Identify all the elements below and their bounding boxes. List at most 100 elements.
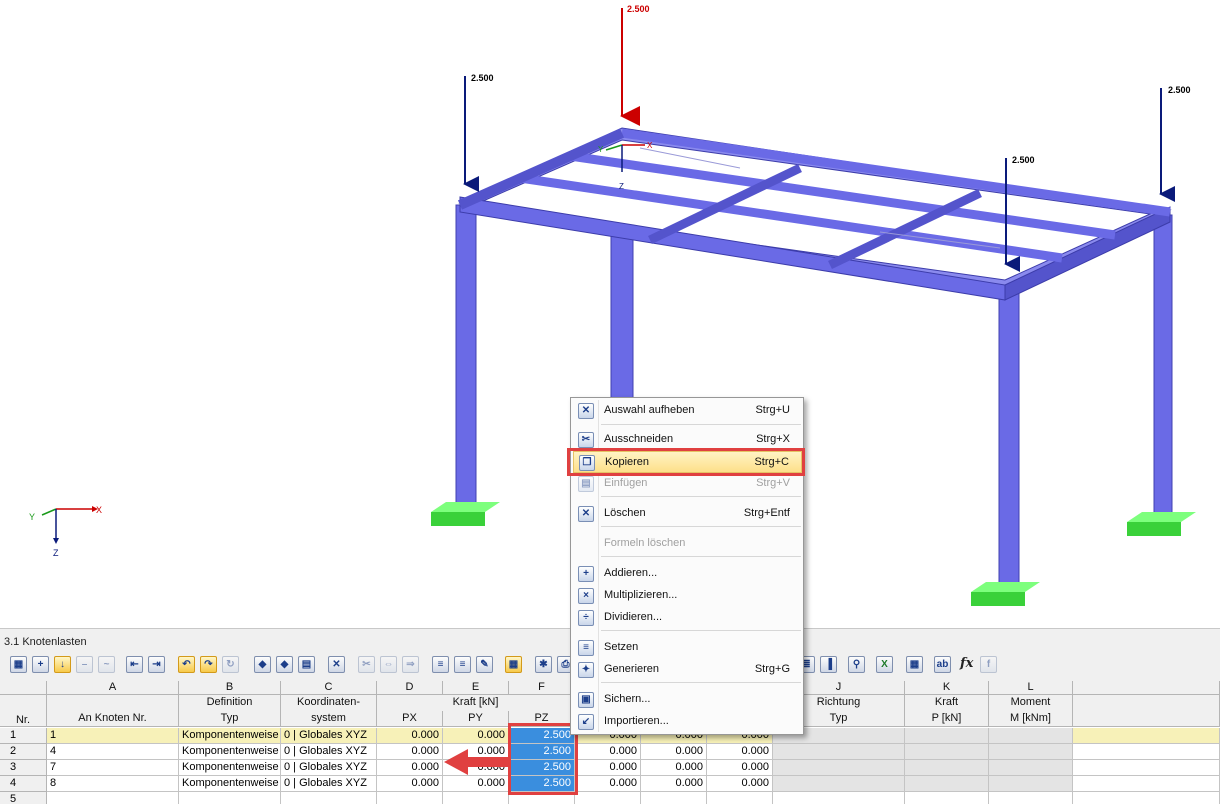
node-cell[interactable]: 8 xyxy=(47,776,179,792)
py-cell[interactable]: 0.000 xyxy=(443,776,509,792)
menu-item-generieren[interactable]: ✦ Generieren Strg+G xyxy=(573,659,802,681)
view-table-icon[interactable]: ≡ xyxy=(432,656,449,673)
mx-cell[interactable]: 0.000 xyxy=(575,760,641,776)
row-header[interactable]: 5 xyxy=(0,792,47,804)
select-all-icon[interactable]: ◆ xyxy=(254,656,271,673)
cut-icon[interactable]: ✂ xyxy=(358,656,375,673)
refresh-icon[interactable]: ↻ xyxy=(222,656,239,673)
empty-cell[interactable] xyxy=(989,744,1073,760)
col-letter-F[interactable]: F xyxy=(509,681,575,695)
coord-system-cell[interactable]: 0 | Globales XYZ xyxy=(281,776,377,792)
definition-cell[interactable]: Komponentenweise xyxy=(179,776,281,792)
pz-cell[interactable]: 2.500 xyxy=(509,776,575,792)
lock-icon[interactable]: ▐ xyxy=(820,656,837,673)
copy-icon[interactable]: ⇔ xyxy=(380,656,397,673)
menu-item-sichern[interactable]: ▣ Sichern... xyxy=(573,689,802,711)
empty-cell[interactable] xyxy=(773,792,905,804)
mz-cell[interactable]: 0.000 xyxy=(707,760,773,776)
fx-icon[interactable]: fx xyxy=(960,656,973,671)
paste-icon[interactable]: ⇒ xyxy=(402,656,419,673)
graphic-icon[interactable]: ▦ xyxy=(505,656,522,673)
node-cell[interactable]: 7 xyxy=(47,760,179,776)
menu-item-auswahl-aufheben[interactable]: ✕ Auswahl aufheben Strg+U xyxy=(573,400,802,422)
my-cell[interactable]: 0.000 xyxy=(641,760,707,776)
menu-item-kopieren[interactable]: ❐ Kopieren Strg+C xyxy=(573,451,802,473)
col-letter-B[interactable]: B xyxy=(179,681,281,695)
next-icon[interactable]: ⇥ xyxy=(148,656,165,673)
edit-icon[interactable]: ✎ xyxy=(476,656,493,673)
row-header[interactable]: 4 xyxy=(0,776,47,792)
excel-icon[interactable]: X xyxy=(876,656,893,673)
pz-cell[interactable] xyxy=(509,792,575,804)
empty-cell[interactable] xyxy=(989,792,1073,804)
py-cell[interactable] xyxy=(443,792,509,804)
col-letter-C[interactable]: C xyxy=(281,681,377,695)
fx-clear-icon[interactable]: f xyxy=(980,656,997,673)
chart-icon[interactable]: ~ xyxy=(98,656,115,673)
empty-cell[interactable] xyxy=(989,760,1073,776)
empty-cell[interactable] xyxy=(773,776,905,792)
mz-cell[interactable]: 0.000 xyxy=(707,776,773,792)
menu-item-addieren[interactable]: + Addieren... xyxy=(573,563,802,585)
select-column-icon[interactable]: ◆ xyxy=(276,656,293,673)
table-icon[interactable]: ▦ xyxy=(10,656,27,673)
delete-icon[interactable]: ✕ xyxy=(328,656,345,673)
my-cell[interactable]: 0.000 xyxy=(641,776,707,792)
view-list-icon[interactable]: ≡ xyxy=(454,656,471,673)
px-cell[interactable]: 0.000 xyxy=(377,776,443,792)
empty-cell[interactable] xyxy=(905,760,989,776)
empty-cell[interactable] xyxy=(773,760,905,776)
px-cell[interactable]: 0.000 xyxy=(377,728,443,744)
empty-cell[interactable] xyxy=(905,744,989,760)
redo-icon[interactable]: ↷ xyxy=(200,656,217,673)
col-letter-L[interactable]: L xyxy=(989,681,1073,695)
menu-item-löschen[interactable]: ✕ Löschen Strg+Entf xyxy=(573,503,802,525)
empty-cell[interactable] xyxy=(905,792,989,804)
filter-icon[interactable]: ⚲ xyxy=(848,656,865,673)
pick-node-icon[interactable]: ✱ xyxy=(535,656,552,673)
pz-cell[interactable]: 2.500 xyxy=(509,760,575,776)
pz-cell[interactable]: 2.500 xyxy=(509,744,575,760)
mz-cell[interactable]: 0.000 xyxy=(707,744,773,760)
mz-cell[interactable] xyxy=(707,792,773,804)
calculator-icon[interactable]: ▦ xyxy=(906,656,923,673)
menu-item-setzen[interactable]: ≡ Setzen xyxy=(573,637,802,659)
px-cell[interactable] xyxy=(377,792,443,804)
node-cell[interactable]: 1 xyxy=(47,728,179,744)
col-letter-K[interactable]: K xyxy=(905,681,989,695)
py-cell[interactable]: 0.000 xyxy=(443,728,509,744)
delete-row-icon[interactable]: – xyxy=(76,656,93,673)
coord-system-cell[interactable] xyxy=(281,792,377,804)
menu-item-importieren[interactable]: ↙ Importieren... xyxy=(573,711,802,733)
menu-item-einfügen[interactable]: ▤ Einfügen Strg+V xyxy=(573,473,802,495)
prev-icon[interactable]: ⇤ xyxy=(126,656,143,673)
row-header[interactable]: 2 xyxy=(0,744,47,760)
menu-item-dividieren[interactable]: ÷ Dividieren... xyxy=(573,607,802,629)
insert-row-icon[interactable]: + xyxy=(32,656,49,673)
my-cell[interactable]: 0.000 xyxy=(641,744,707,760)
node-cell[interactable] xyxy=(47,792,179,804)
col-letter-D[interactable]: D xyxy=(377,681,443,695)
definition-cell[interactable] xyxy=(179,792,281,804)
empty-cell[interactable] xyxy=(905,776,989,792)
corner-header[interactable] xyxy=(0,681,47,695)
menu-item-multiplizieren[interactable]: × Multiplizieren... xyxy=(573,585,802,607)
definition-cell[interactable]: Komponentenweise xyxy=(179,760,281,776)
move-down-icon[interactable]: ↓ xyxy=(54,656,71,673)
undo-icon[interactable]: ↶ xyxy=(178,656,195,673)
empty-cell[interactable] xyxy=(905,728,989,744)
px-cell[interactable]: 0.000 xyxy=(377,760,443,776)
menu-item-ausschneiden[interactable]: ✂ Ausschneiden Strg+X xyxy=(573,429,802,451)
definition-cell[interactable]: Komponentenweise xyxy=(179,744,281,760)
row-header[interactable]: 1 xyxy=(0,728,47,744)
col-letter-E[interactable]: E xyxy=(443,681,509,695)
row-header[interactable]: 3 xyxy=(0,760,47,776)
select-row-icon[interactable]: ▤ xyxy=(298,656,315,673)
empty-cell[interactable] xyxy=(989,776,1073,792)
mx-cell[interactable] xyxy=(575,792,641,804)
ab-icon[interactable]: ab xyxy=(934,656,951,673)
node-cell[interactable]: 4 xyxy=(47,744,179,760)
col-letter-A[interactable]: A xyxy=(47,681,179,695)
definition-cell[interactable]: Komponentenweise xyxy=(179,728,281,744)
mx-cell[interactable]: 0.000 xyxy=(575,776,641,792)
